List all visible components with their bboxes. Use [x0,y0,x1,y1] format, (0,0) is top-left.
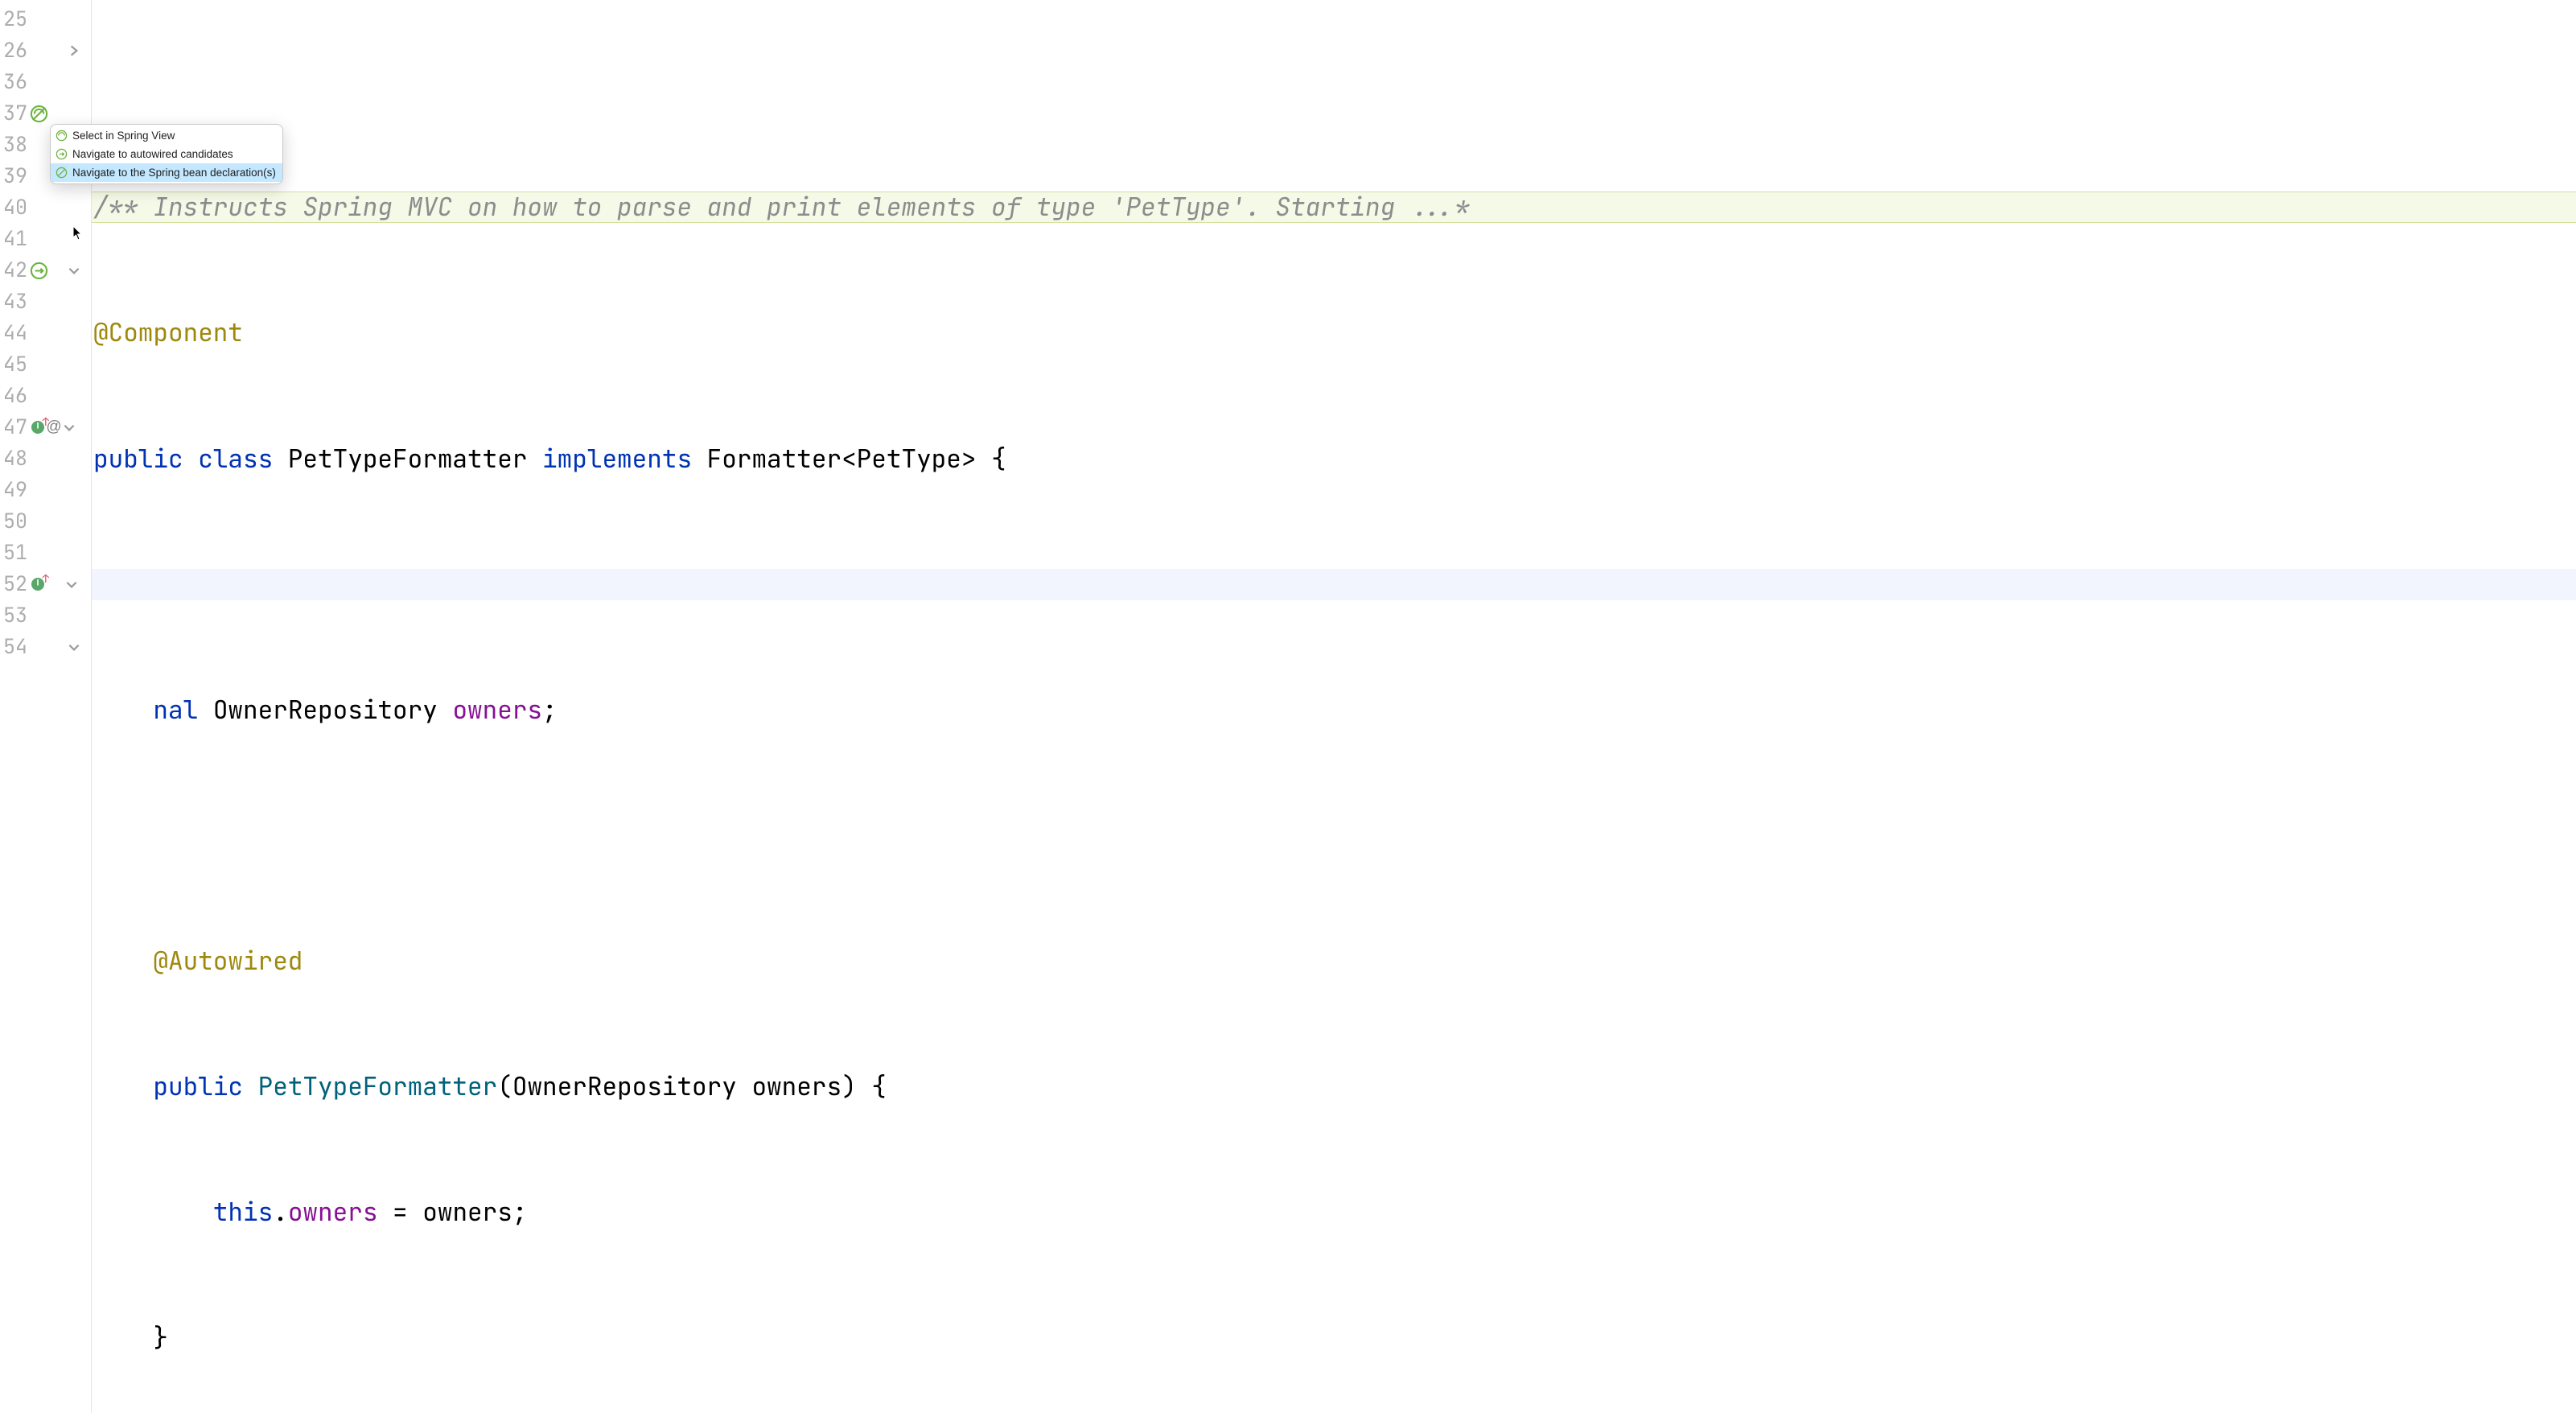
fold-collapse-icon[interactable] [64,577,79,591]
gutter-row: 52 I↑ [0,568,91,599]
gutter: 25 26 36 37 38 39 40 41 42 [0,0,92,1413]
fold-collapse-icon[interactable] [67,263,81,278]
doc-comment: /** Instructs Spring MVC on how to parse… [93,192,1470,223]
gutter-row: 47 I↑ @ [0,411,91,443]
gutter-row: 53 [0,599,91,631]
code-line[interactable]: } [92,1323,2576,1354]
line-number: 39 [2,163,27,189]
spring-autowired-icon[interactable] [30,261,48,279]
gutter-row: 26 [0,35,91,66]
spring-bean-icon[interactable] [30,104,48,122]
code-line[interactable] [92,820,2576,851]
gutter-row: 46 [0,380,91,411]
line-number: 26 [2,38,27,64]
popup-item-select-spring-view[interactable]: Select in Spring View [51,126,282,145]
annotation: @Autowired [153,945,302,977]
keyword: class [198,443,273,475]
line-number: 42 [2,257,27,283]
leaf-stop-icon [56,167,68,179]
line-number: 53 [2,603,27,628]
line-number: 51 [2,540,27,566]
fold-collapse-icon[interactable] [67,640,81,654]
gutter-row: 44 [0,317,91,348]
keyword: public [153,1071,243,1102]
fold-expand-icon[interactable] [67,43,81,58]
line-number: 45 [2,352,27,377]
keyword-partial: nal [153,694,198,726]
code-line[interactable]: @Autowired [92,945,2576,977]
line-number: 54 [2,634,27,660]
gutter-row: 36 [0,66,91,97]
gutter-popup[interactable]: Select in Spring View Navigate to autowi… [50,124,283,184]
line-number: 41 [2,226,27,252]
popup-item-label: Select in Spring View [72,129,175,142]
type-ref: PetType [857,443,961,475]
popup-item-label: Navigate to autowired candidates [72,147,233,161]
popup-item-navigate-bean-declaration[interactable]: Navigate to the Spring bean declaration(… [51,163,282,182]
keyword: this [213,1197,273,1228]
line-number: 48 [2,446,27,472]
line-number: 52 [2,571,27,597]
gutter-row: 51 [0,537,91,568]
code-line[interactable]: public class PetTypeFormatter implements… [92,443,2576,475]
type-ref: OwnerRepository [213,694,438,726]
line-number: 46 [2,383,27,409]
code-editor[interactable]: 25 26 36 37 38 39 40 41 42 [0,0,2576,1413]
line-number: 25 [2,6,27,32]
line-number: 44 [2,320,27,346]
line-number: 49 [2,477,27,503]
code-line[interactable]: nal OwnerRepository owners; [92,694,2576,726]
class-name: PetTypeFormatter [288,443,528,475]
gutter-row: 42 [0,254,91,286]
code-line[interactable] [92,66,2576,97]
type-ref: OwnerRepository [512,1071,737,1102]
gutter-row: 25 [0,3,91,35]
gutter-row: 45 [0,348,91,380]
code-line[interactable]: this.owners = owners; [92,1197,2576,1228]
popup-item-navigate-autowired[interactable]: Navigate to autowired candidates [51,145,282,163]
line-number: 36 [2,69,27,95]
line-number: 37 [2,101,27,126]
param-name: owners [751,1071,842,1102]
line-number: 43 [2,289,27,315]
line-number: 47 [2,414,27,440]
mouse-cursor-icon [72,217,84,233]
implements-marker-icon[interactable]: I↑ [30,576,46,592]
code-line[interactable]: @Component [92,317,2576,348]
field-name: owners [288,1197,378,1228]
fold-collapse-icon[interactable] [62,420,76,435]
annotation: @Component [93,317,243,348]
leaf-nav-icon [56,148,68,160]
keyword: public [93,443,183,475]
line-number: 38 [2,132,27,158]
code-line[interactable]: public PetTypeFormatter(OwnerRepository … [92,1071,2576,1102]
implements-marker-icon[interactable]: I↑ [30,419,46,435]
code-area[interactable]: /** Instructs Spring MVC on how to parse… [92,0,2576,1413]
identifier: owners [422,1197,512,1228]
gutter-row: 50 [0,505,91,537]
gutter-row: 54 [0,631,91,662]
gutter-row: 43 [0,286,91,317]
gutter-row: 49 [0,474,91,505]
constructor-name: PetTypeFormatter [258,1071,498,1102]
gutter-row: 48 [0,443,91,474]
code-line-current[interactable] [92,569,2576,600]
leaf-icon [56,130,68,142]
popup-item-label: Navigate to the Spring bean declaration(… [72,166,276,179]
type-ref: Formatter [707,443,842,475]
keyword: implements [542,443,692,475]
line-number: 40 [2,195,27,220]
field-name: owners [452,694,542,726]
line-number: 50 [2,509,27,534]
code-line-doc[interactable]: /** Instructs Spring MVC on how to parse… [92,192,2576,223]
